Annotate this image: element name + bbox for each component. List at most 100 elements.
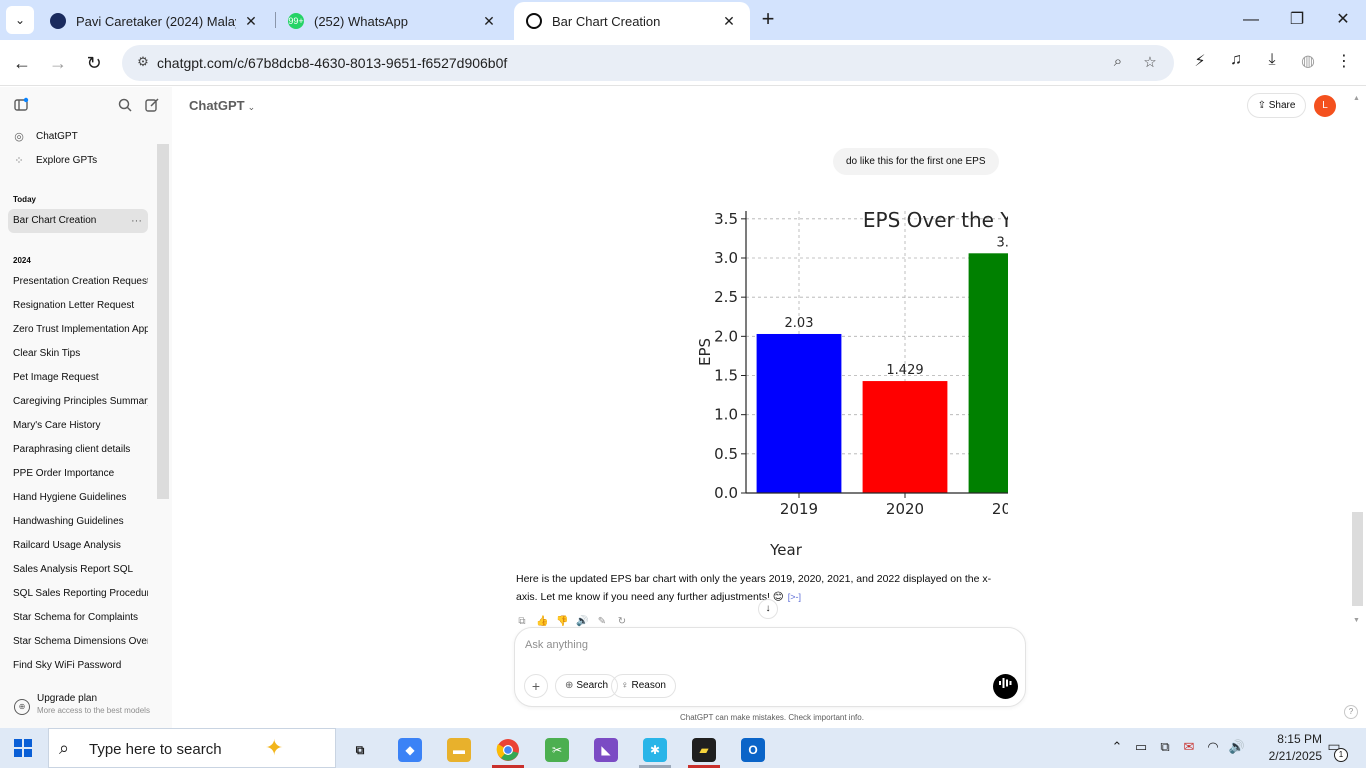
scroll-down-arrow[interactable]: ▼ [1353, 617, 1360, 624]
sidebar-item[interactable]: SQL Sales Reporting Procedure [8, 582, 148, 606]
whatsapp-favicon: 99+ [288, 13, 304, 29]
sidebar-item-bar-chart-creation[interactable]: Bar Chart Creation ··· [8, 209, 148, 233]
share-button[interactable]: ⇪ Share [1247, 93, 1306, 118]
sidebar-nav-label: ChatGPT [36, 131, 78, 142]
sidebar-item[interactable]: Hand Hygiene Guidelines [8, 486, 148, 510]
upgrade-plan-button[interactable]: ⊕ Upgrade plan More access to the best m… [8, 691, 164, 721]
grid-icon: ⁘ [14, 155, 24, 167]
new-chat-icon[interactable] [142, 97, 162, 117]
bar-2020 [862, 381, 948, 493]
bar-value-label: 3.06 [997, 235, 1008, 250]
scroll-down-button[interactable]: ↓ [758, 599, 778, 619]
sidebar-item[interactable]: PPE Order Importance [8, 462, 148, 486]
download-icon[interactable]: ⤓ [1260, 51, 1284, 75]
avatar[interactable]: L [1314, 95, 1336, 117]
bookmark-star-icon[interactable]: ☆ [1140, 53, 1160, 73]
sidebar-item[interactable]: Pet Image Request [8, 366, 148, 390]
tab-whatsapp[interactable]: 99+ (252) WhatsApp ✕ [276, 2, 510, 40]
sidebar-item[interactable]: Sales Analysis Report SQL [8, 558, 148, 582]
tab-list-button[interactable]: ⌄ [6, 6, 34, 34]
sidebar-item[interactable]: Star Schema for Complaints [8, 606, 148, 630]
outlook-icon[interactable]: O [733, 732, 773, 768]
copy-icon[interactable]: ⧉ [516, 616, 528, 628]
file-explorer-icon[interactable]: ▬ [439, 732, 479, 768]
back-icon[interactable]: ← [8, 49, 36, 77]
toggle-sidebar-icon[interactable] [11, 97, 31, 117]
y-tick-label: 1.0 [714, 406, 738, 424]
sidebar-nav-chatgpt[interactable]: ◎ ChatGPT [12, 130, 78, 143]
y-tick-label: 3.5 [714, 210, 738, 228]
address-bar[interactable]: ⚙ chatgpt.com/c/67b8dcb8-4630-8013-9651-… [122, 45, 1174, 81]
more-options-icon[interactable]: ··· [131, 209, 142, 233]
model-selector[interactable]: ChatGPT ⌄ [189, 98, 255, 113]
volume-icon[interactable]: 🔊 [1228, 739, 1246, 757]
tab-close-icon[interactable]: ✕ [242, 13, 260, 30]
sidebar-item-label: Bar Chart Creation [13, 215, 97, 226]
sidebar-item[interactable]: Caregiving Principles Summary [8, 390, 148, 414]
help-button[interactable]: ? [1344, 705, 1358, 719]
snipping-tool-icon[interactable]: ✂ [537, 732, 577, 768]
sidebar-item[interactable]: Zero Trust Implementation Approach [8, 318, 148, 342]
search-chats-icon[interactable] [115, 97, 135, 117]
copilot-icon[interactable]: ◆ [390, 732, 430, 768]
voice-mode-button[interactable] [993, 674, 1018, 699]
tab-pavi-caretaker[interactable]: Pavi Caretaker (2024) Malayalam ✕ [38, 2, 272, 40]
bar-2019 [756, 333, 842, 493]
visual-studio-icon[interactable]: ◣ [586, 732, 626, 768]
site-info-icon[interactable]: ⚙ [134, 54, 152, 72]
browser-menu-icon[interactable]: ⋮ [1332, 51, 1356, 75]
sidebar-item[interactable]: Resignation Letter Request [8, 294, 148, 318]
browser-tab-bar: ⌄ Pavi Caretaker (2024) Malayalam ✕ 99+ … [0, 0, 1366, 40]
profile-icon[interactable]: ◍ [1296, 51, 1320, 75]
forward-icon[interactable]: → [44, 49, 72, 77]
display-icon[interactable]: ⧉ [1156, 739, 1174, 757]
chrome-icon[interactable] [488, 732, 528, 768]
sidebar-item[interactable]: Presentation Creation Request [8, 270, 148, 294]
main-scrollbar[interactable] [1352, 512, 1363, 606]
sidebar-item[interactable]: Star Schema Dimensions Overview [8, 630, 148, 654]
sticky-notes-icon[interactable]: ▰ [684, 732, 724, 768]
new-tab-button[interactable]: + [756, 8, 780, 32]
task-view-icon[interactable]: ⧉ [340, 732, 380, 768]
meet-now-icon[interactable]: ▭ [1132, 739, 1150, 757]
show-hidden-icons[interactable]: ⌃ [1108, 739, 1126, 757]
voice-waveform-icon [999, 678, 1012, 688]
sidebar-item[interactable]: Paraphrasing client details [8, 438, 148, 462]
x-tick-label: 2019 [780, 500, 818, 518]
zoom-icon[interactable]: ⌕ [1108, 53, 1128, 73]
sidebar-item[interactable]: Find Sky WiFi Password [8, 654, 148, 678]
search-button[interactable]: ⊕ Search [555, 674, 619, 698]
media-control-icon[interactable]: ♫ [1224, 51, 1248, 75]
reload-icon[interactable]: ↻ [80, 49, 108, 77]
extension-icon[interactable]: ⚡ [1188, 51, 1212, 75]
taskbar-search[interactable]: ⌕ Type here to search ✦ [48, 728, 336, 768]
bar-value-label: 2.03 [785, 316, 814, 331]
tab-bar-chart-creation[interactable]: Bar Chart Creation ✕ [514, 2, 750, 40]
windows-start-icon[interactable] [14, 739, 32, 757]
restore-button[interactable]: ❐ [1274, 6, 1320, 34]
tab-close-icon[interactable]: ✕ [480, 13, 498, 30]
prompt-input[interactable] [525, 637, 965, 653]
minimize-button[interactable]: — [1228, 6, 1274, 34]
sidebar-nav-explore-gpts[interactable]: ⁘ Explore GPTs [12, 154, 97, 167]
citation-link[interactable]: [>-] [788, 592, 801, 602]
tab-close-icon[interactable]: ✕ [720, 13, 738, 30]
upgrade-title: Upgrade plan [37, 693, 98, 704]
sidebar-item[interactable]: Clear Skin Tips [8, 342, 148, 366]
sidebar-item[interactable]: Mary's Care History [8, 414, 148, 438]
reason-button[interactable]: ♀ Reason [611, 674, 676, 698]
taskbar-search-placeholder: Type here to search [89, 741, 222, 758]
sidebar-scrollbar[interactable] [157, 144, 169, 499]
scroll-up-arrow[interactable]: ▲ [1353, 95, 1360, 102]
sidebar-item[interactable]: Railcard Usage Analysis [8, 534, 148, 558]
assistant-message-text: Here is the updated EPS bar chart with o… [516, 573, 992, 603]
snowflake-icon[interactable]: ✱ [635, 732, 675, 768]
close-window-button[interactable]: ✕ [1320, 6, 1366, 34]
mail-icon[interactable]: ✉ [1180, 739, 1198, 757]
sidebar-item[interactable]: Handwashing Guidelines [8, 510, 148, 534]
eps-bar-chart[interactable]: 0.0 0.5 1.0 1.5 2.0 2.5 3.0 3.5 2019 2.03 2020 1.4… [520, 197, 1170, 563]
url-text[interactable]: chatgpt.com/c/67b8dcb8-4630-8013-9651-f6… [157, 55, 507, 71]
attach-button[interactable]: + [524, 674, 548, 698]
wifi-icon[interactable]: ◠ [1204, 739, 1222, 757]
system-clock[interactable]: 8:15 PM 2/21/2025 [1252, 731, 1322, 765]
